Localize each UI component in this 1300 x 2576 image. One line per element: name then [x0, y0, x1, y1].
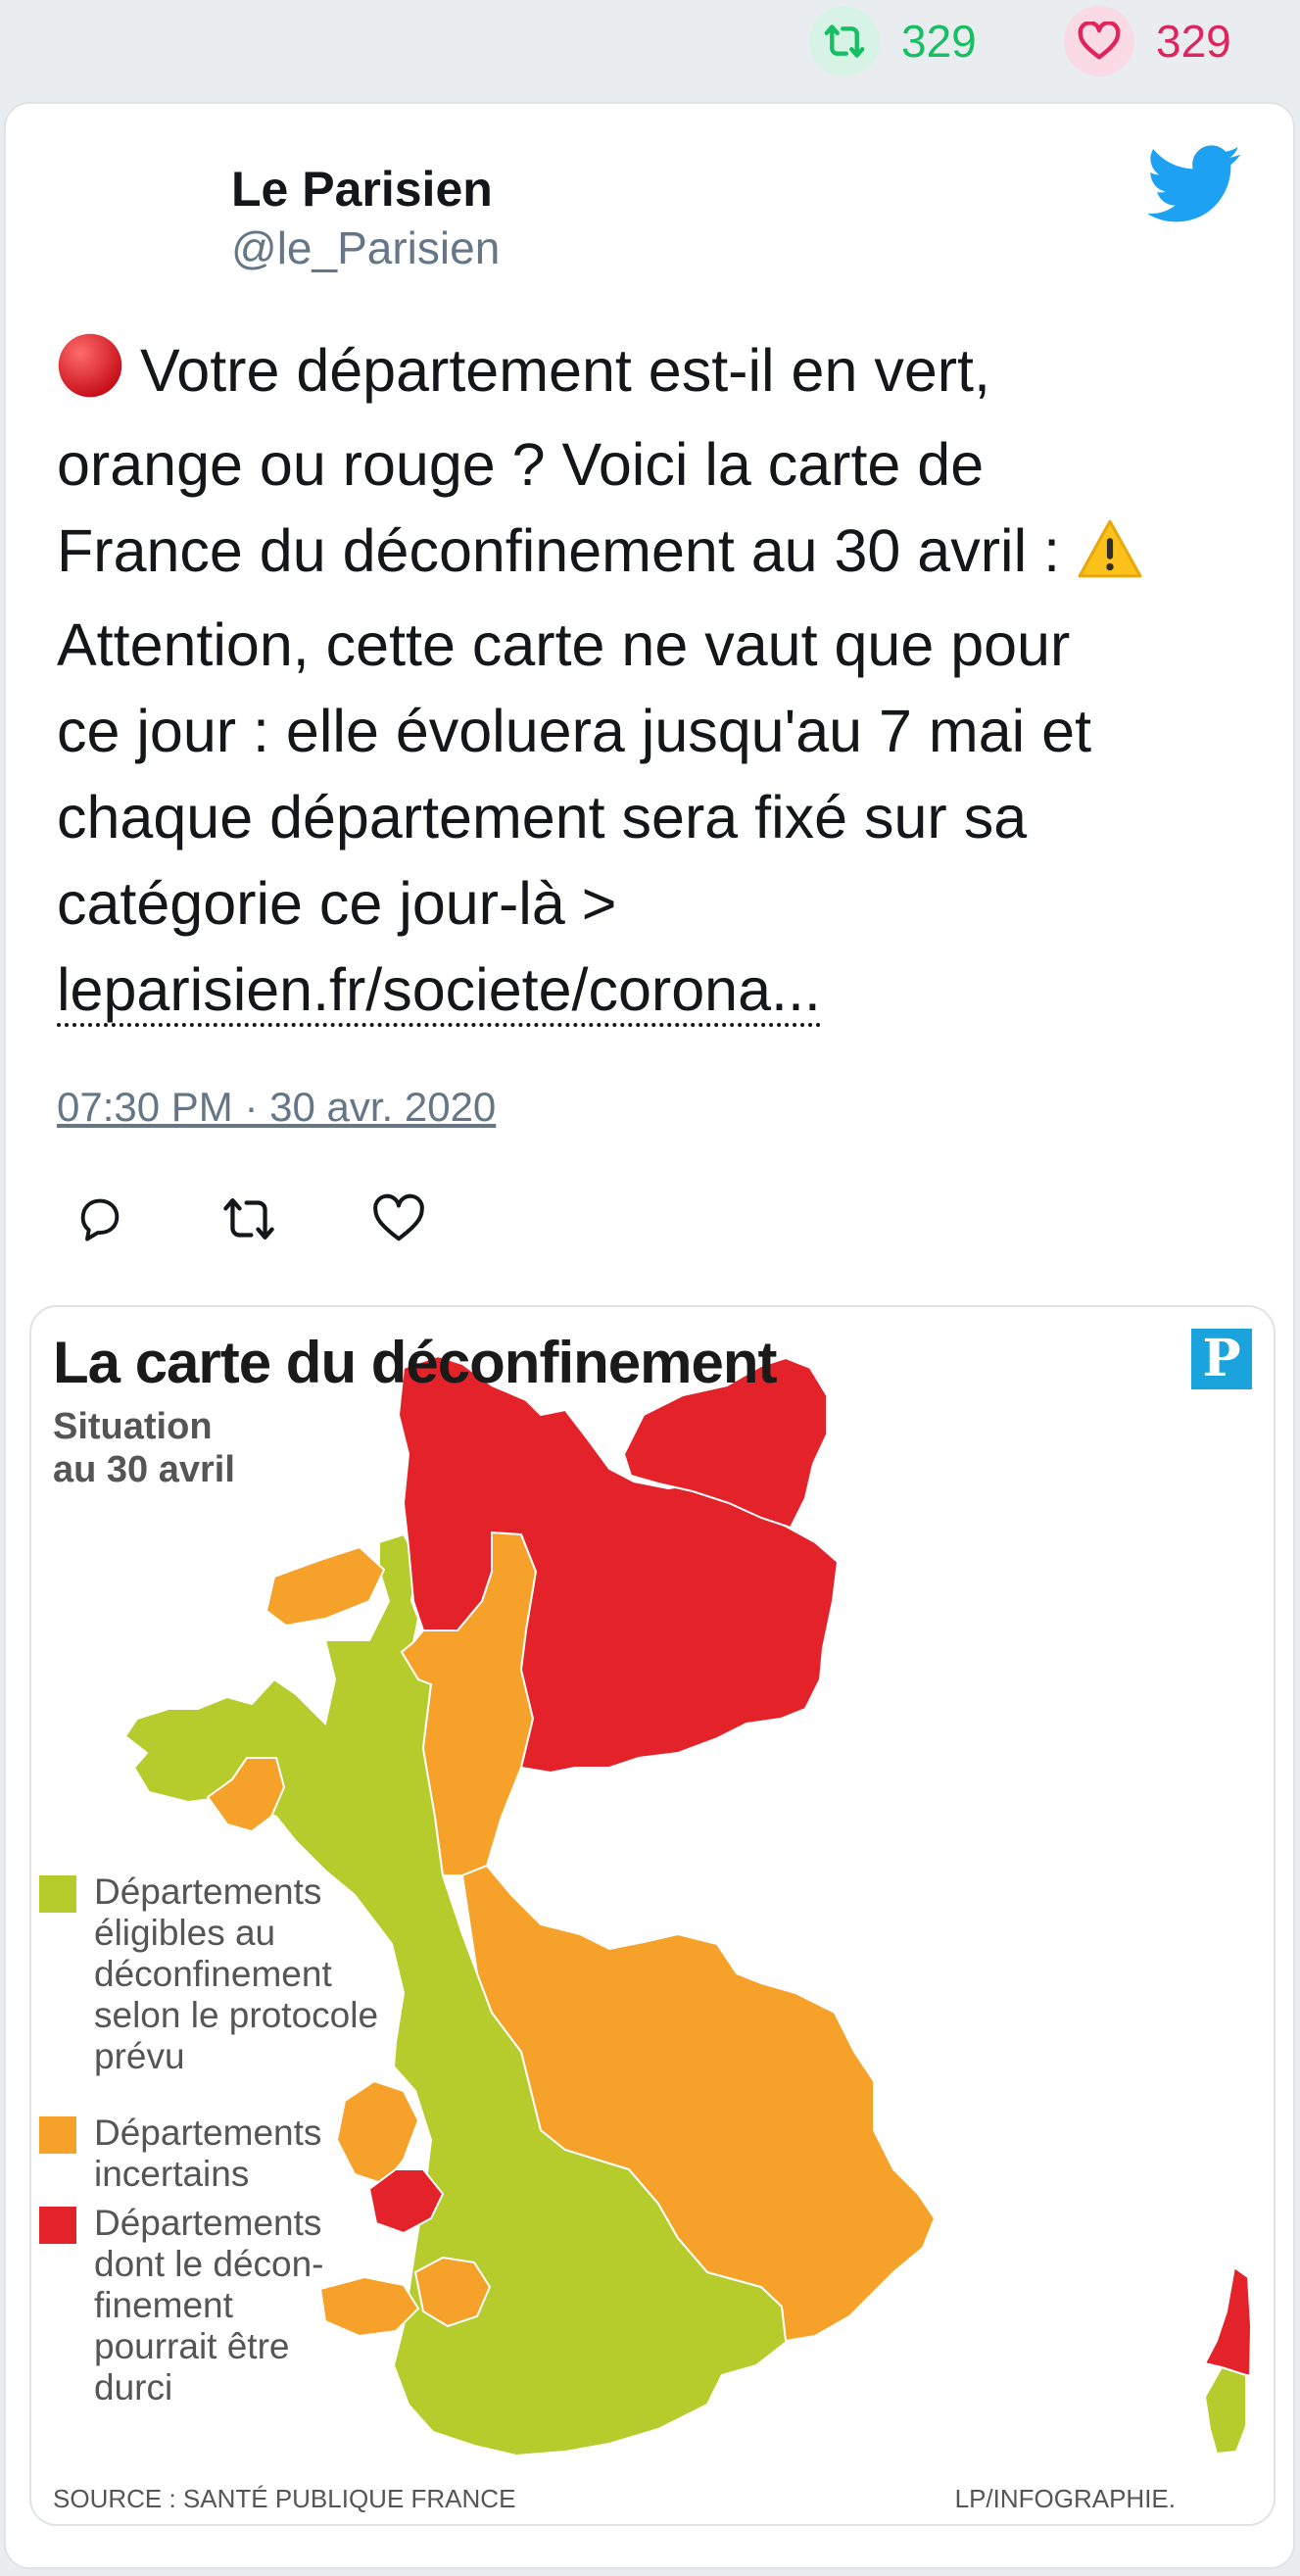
legend-swatch-red — [39, 2207, 76, 2244]
tweet-line-6: chaque département sera fixé sur sa — [57, 784, 1028, 851]
infographic-title: La carte du déconfinement — [53, 1330, 777, 1395]
tweet-line-7: catégorie ce jour-là > — [57, 870, 617, 937]
like-count: 329 — [1156, 16, 1231, 67]
tweet-line-3: France du déconfinement au 30 avril : — [57, 517, 1077, 584]
legend-swatch-orange — [39, 2116, 76, 2154]
tweet-line-1: Votre département est-il en vert, — [123, 337, 990, 404]
infographic-source: SOURCE : SANTÉ PUBLIQUE FRANCE — [53, 2484, 516, 2513]
red-circle-emoji — [57, 332, 123, 421]
map-region-red-corsica — [1203, 2265, 1253, 2376]
tweet-timestamp[interactable]: 07:30 PM · 30 avr. 2020 — [57, 1084, 496, 1131]
map-region-orange-normandie — [265, 1545, 386, 1628]
legend-label-red: Départements dont le décon- finement pou… — [94, 2203, 324, 2407]
logo-letter: P — [1202, 1329, 1241, 1388]
twitter-bird-icon[interactable] — [1146, 145, 1242, 223]
le-parisien-logo: P — [1191, 1329, 1252, 1389]
legend-item-green: Départements éligibles au déconfinement … — [39, 1871, 388, 2077]
tweet-line-4: Attention, cette carte ne vaut que pour — [57, 611, 1071, 678]
infographic-subtitle: Situation au 30 avril — [53, 1406, 235, 1490]
retweet-icon — [809, 6, 880, 76]
tweet-line-2: orange ou rouge ? Voici la carte de — [57, 431, 985, 498]
retweet-count: 329 — [901, 16, 977, 67]
tweet-line-5: ce jour : elle évoluera jusqu'au 7 mai e… — [57, 698, 1092, 764]
like-icon[interactable] — [372, 1193, 425, 1249]
tweet-text: Votre département est-il en vert, orange… — [57, 327, 1252, 1033]
legend-label-green: Départements éligibles au déconfinement … — [94, 1871, 379, 2076]
author-handle[interactable]: @le_Parisien — [231, 221, 500, 274]
retweet-icon[interactable] — [219, 1193, 278, 1249]
legend-item-red: Départements dont le décon- finement pou… — [39, 2203, 388, 2408]
legend-item-orange: Départements incertains — [39, 2113, 388, 2195]
retweet-count-stat[interactable]: 329 — [809, 6, 977, 76]
tweet-card: Le Parisien @le_Parisien Votre départeme… — [4, 102, 1295, 2569]
like-count-stat[interactable]: 329 — [1064, 6, 1231, 76]
heart-icon — [1064, 6, 1134, 76]
legend-swatch-green — [39, 1875, 76, 1913]
reply-icon[interactable] — [74, 1193, 125, 1249]
warning-emoji — [1077, 515, 1143, 602]
legend-label-orange: Départements incertains — [94, 2113, 322, 2194]
author-name[interactable]: Le Parisien — [231, 161, 493, 218]
tweet-media-image[interactable]: La carte du déconfinement Situation au 3… — [29, 1305, 1276, 2526]
tweet-link[interactable]: leparisien.fr/societe/corona... — [57, 956, 821, 1027]
tweet-stats-bar: 329 329 — [0, 0, 1300, 98]
infographic-credit: LP/INFOGRAPHIE. — [954, 2484, 1176, 2513]
map-region-green-corsica — [1203, 2365, 1247, 2455]
